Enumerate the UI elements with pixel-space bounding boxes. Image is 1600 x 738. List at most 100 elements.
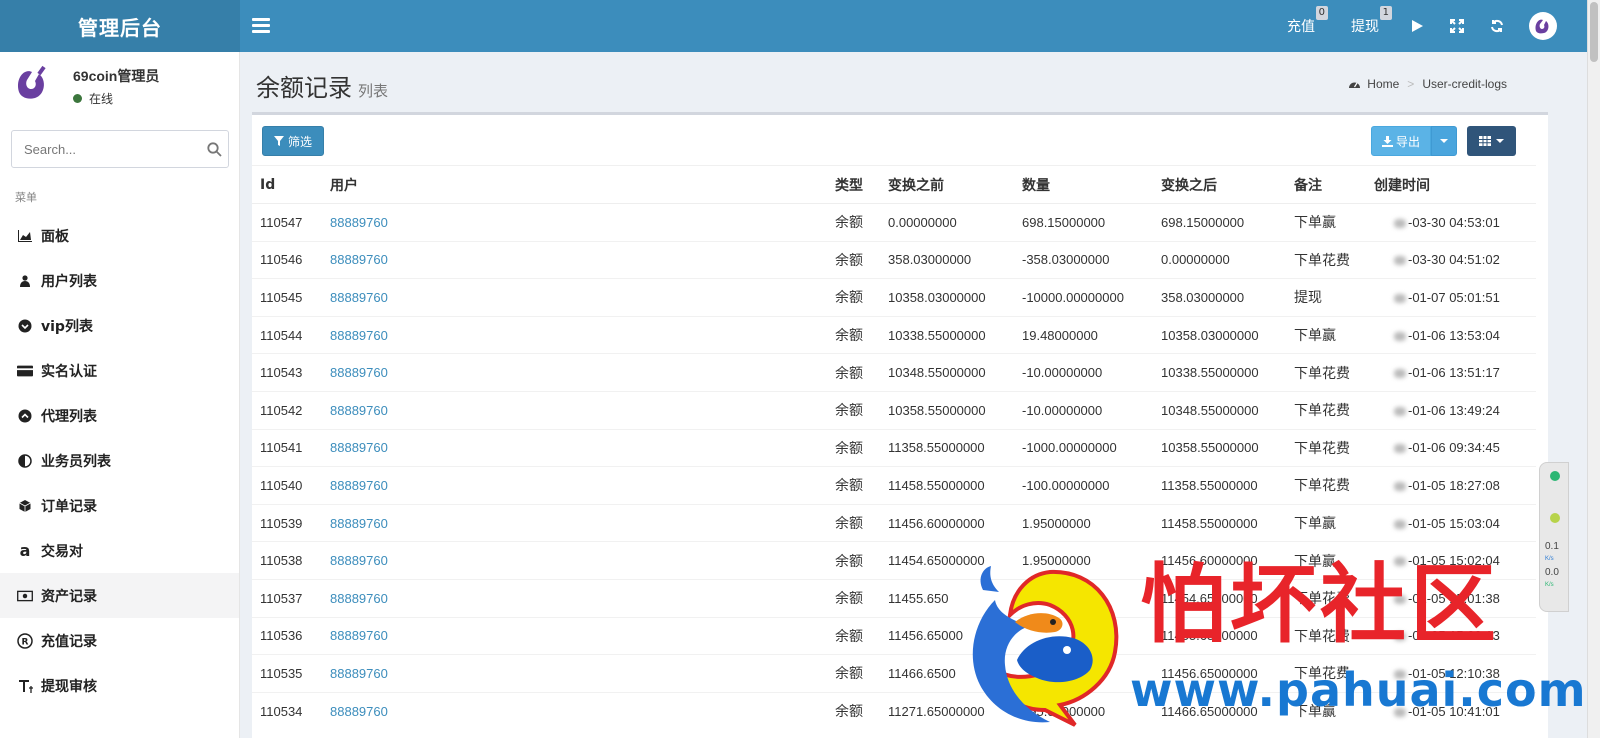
column-header[interactable]: 备注 [1286,165,1374,204]
after-cell: 358.03000000 [1153,278,1286,317]
sidebar-item-users[interactable]: 用户列表 [0,258,239,303]
after-cell: 11455.65000000 [1153,616,1286,655]
top-navbar: 管理后台 充值 0 提现 1 [0,0,1587,52]
column-header[interactable]: 数量 [1014,165,1153,204]
redacted-year-blur [1394,632,1406,642]
scrollbar-thumb[interactable] [1590,2,1598,62]
table-row: 110543 88889760 余额 10348.55000000 -10.000000… [252,353,1536,392]
play-icon[interactable] [1397,0,1437,52]
search-input[interactable] [12,141,200,157]
sidebar-toggle-icon[interactable] [252,15,270,35]
remark-cell: 下单花费 [1286,654,1374,693]
created-time-text: -01-05 15:02:04 [1408,553,1500,569]
chevron-circle-up-icon [17,408,33,424]
type-cell: 余额 [827,240,880,279]
brand-logo[interactable]: 管理后台 [0,0,240,52]
user-link[interactable]: 88889760 [330,591,388,606]
sidebar-item-assets[interactable]: 资产记录 [0,573,239,618]
content-header: 余额记录 列表 Home > User-credit-logs [240,52,1547,110]
status-green-dot-icon [1550,471,1560,481]
filter-button[interactable]: 筛选 [262,126,324,156]
user-link[interactable]: 88889760 [330,516,388,531]
user-link[interactable]: 88889760 [330,365,388,380]
user-link[interactable]: 88889760 [330,440,388,455]
credit-card-icon [17,363,33,379]
user-link[interactable]: 88889760 [330,328,388,343]
column-header[interactable]: 类型 [827,165,880,204]
user-cell: 88889760 [322,390,827,430]
expand-icon[interactable] [1437,0,1477,52]
id-cell: 110544 [252,315,322,354]
user-link[interactable]: 88889760 [330,290,388,305]
sidebar-item-dashboard[interactable]: 面板 [0,213,239,258]
user-link[interactable]: 88889760 [330,403,388,418]
column-header[interactable]: 创建时间 [1374,165,1536,204]
table-row: 110538 88889760 余额 11454.65000000 1.95000000… [252,541,1536,580]
withdraw-link[interactable]: 提现 1 [1351,6,1392,36]
remark-cell: 下单赢 [1286,691,1374,730]
filter-label: 筛选 [287,134,312,149]
before-cell: 11466.6500 [880,654,1014,693]
recharge-link[interactable]: 充值 0 [1287,6,1328,36]
after-cell: 11466.65000000 [1153,691,1286,730]
sidebar-item-agents[interactable]: 代理列表 [0,393,239,438]
columns-toggle-button[interactable] [1467,126,1516,156]
after-cell: 11456.65000000 [1153,654,1286,693]
user-link[interactable]: 88889760 [330,666,388,681]
user-link[interactable]: 88889760 [330,704,388,719]
column-header[interactable]: 变换之后 [1153,165,1286,204]
network-speed-widget[interactable]: 0.1 K/s 0.0 K/s [1539,462,1569,612]
sidebar-item-verification[interactable]: 实名认证 [0,348,239,393]
cube-icon [17,498,33,514]
redacted-year-blur [1394,557,1406,567]
user-panel: 69coin管理员 在线 [0,52,239,122]
created-time-cell: -01-07 05:01:51 [1374,278,1536,317]
column-header[interactable]: 变换之前 [880,165,1014,204]
download-speed-value: 0.0 [1545,567,1559,578]
sidebar-item-orders[interactable]: 订单记录 [0,483,239,528]
sidebar-item-vip[interactable]: vip列表 [0,303,239,348]
export-dropdown-toggle[interactable] [1431,126,1457,156]
export-button[interactable]: 导出 [1371,126,1431,156]
table-row: 110534 88889760 余额 11271.65000000 195.000000… [252,691,1536,730]
user-link[interactable]: 88889760 [330,553,388,568]
table-header-row: Id 用户 类型 变换之前 数量 变换之后 备注 创建时间 [252,165,1536,204]
search-icon[interactable] [200,131,228,167]
created-time-cell: -01-06 13:53:04 [1374,315,1536,354]
created-time-text: -01-06 13:51:17 [1408,365,1500,381]
before-cell: 11455.650 [880,578,1014,618]
user-cell: 88889760 [322,654,827,693]
amount-cell: -1000.00000000 [1014,428,1153,467]
after-cell: 10348.55000000 [1153,390,1286,430]
type-cell: 余额 [827,353,880,392]
type-cell: 余额 [827,428,880,467]
sidebar-item-pairs[interactable]: a 交易对 [0,528,239,573]
user-cell: 88889760 [322,616,827,655]
export-button-group: 导出 [1371,126,1457,156]
refresh-icon[interactable] [1477,0,1517,52]
user-link[interactable]: 88889760 [330,628,388,643]
sidebar-item-salesmen[interactable]: 业务员列表 [0,438,239,483]
sidebar-item-withdraw-review[interactable]: 提现审核 [0,663,239,708]
sidebar-item-recharge[interactable]: R 充值记录 [0,618,239,663]
user-cell: 88889760 [322,578,827,618]
page-scrollbar[interactable] [1587,0,1600,738]
id-cell: 110539 [252,503,322,542]
type-cell: 余额 [827,278,880,317]
user-link[interactable]: 88889760 [330,215,388,230]
menu-header: 菜单 [15,191,37,204]
column-header[interactable]: Id [252,165,322,204]
breadcrumb-home[interactable]: Home [1367,77,1399,91]
before-cell: 11454.65000000 [880,541,1014,580]
amount-cell: -10.00000000 [1014,353,1153,392]
user-avatar-icon[interactable] [1529,12,1557,40]
after-cell: 11458.55000000 [1153,503,1286,542]
column-header[interactable]: 用户 [322,165,827,204]
created-time-text: -01-06 09:34:45 [1408,440,1500,456]
dashboard-icon [1348,78,1361,90]
after-cell: 698.15000000 [1153,203,1286,242]
sidebar-item-label: 交易对 [41,543,83,560]
user-link[interactable]: 88889760 [330,252,388,267]
user-link[interactable]: 88889760 [330,478,388,493]
remark-cell: 下单花费 [1286,390,1374,430]
